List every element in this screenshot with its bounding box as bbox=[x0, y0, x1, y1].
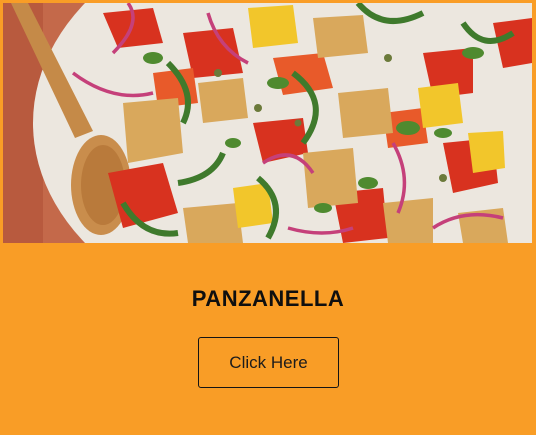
recipe-card: PANZANELLA Click Here bbox=[0, 0, 536, 435]
recipe-title: PANZANELLA bbox=[191, 286, 345, 311]
click-here-button[interactable]: Click Here bbox=[198, 337, 339, 388]
salad-photo bbox=[3, 3, 532, 243]
